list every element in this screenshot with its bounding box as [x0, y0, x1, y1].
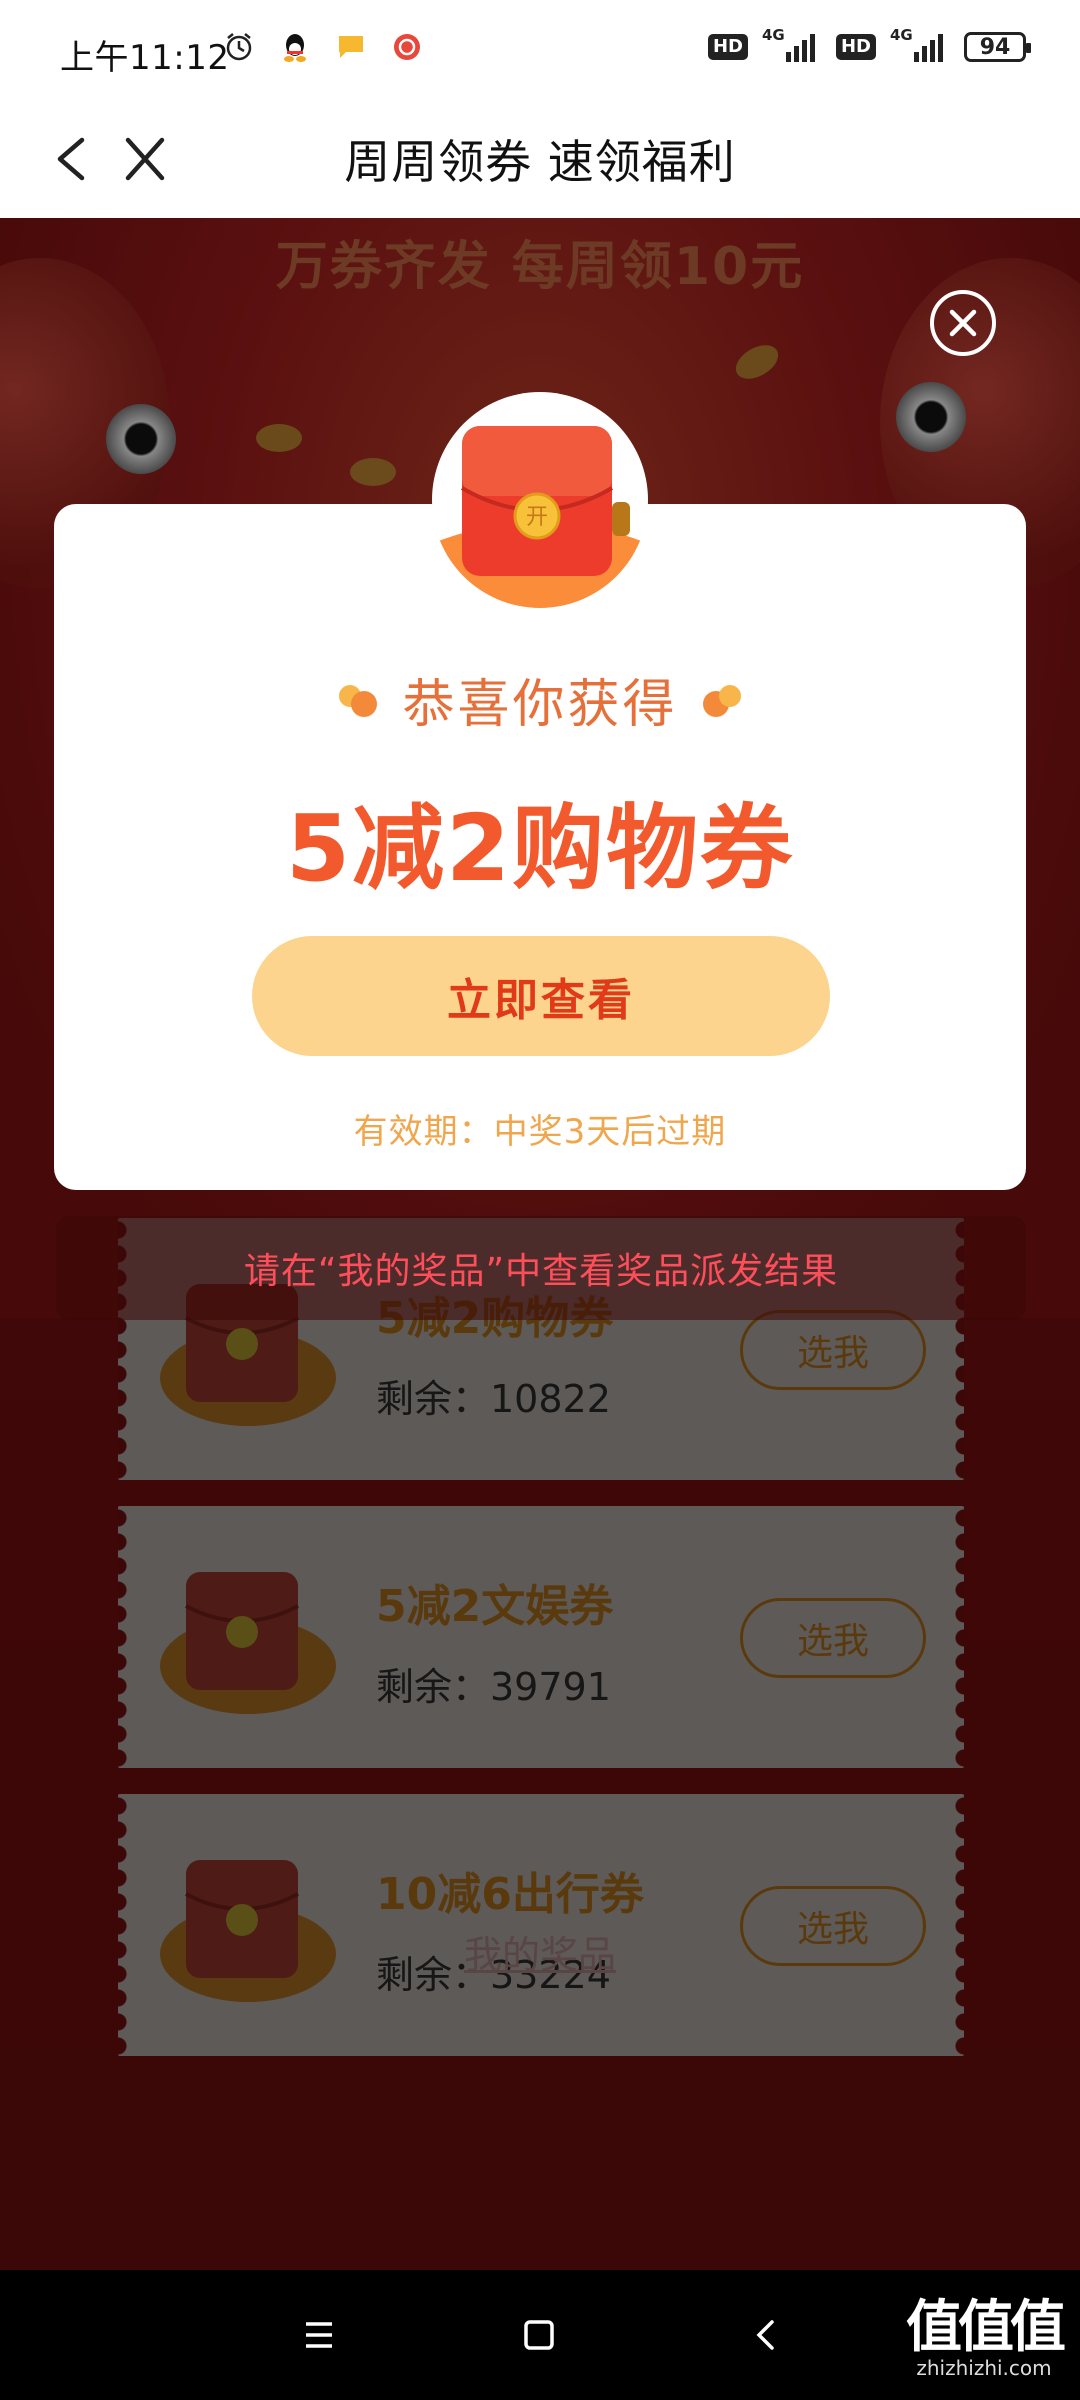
- status-notification-icons: [222, 30, 424, 64]
- home-icon[interactable]: [514, 2310, 564, 2360]
- battery-icon: 94: [964, 32, 1031, 62]
- congrats-text: 恭喜你获得: [402, 675, 678, 735]
- signal-icon: 4G: [762, 26, 822, 64]
- status-system-icons: HD 4G HD 4G 94: [707, 26, 1031, 64]
- coin-pair-left-icon: [339, 684, 378, 717]
- modal-close-icon[interactable]: [928, 288, 998, 358]
- validity-text: 有效期：中奖3天后过期: [353, 1112, 727, 1152]
- network-type-label-2: 4G: [890, 26, 913, 44]
- hd-badge: HD: [707, 34, 748, 60]
- alarm-icon: [222, 30, 256, 64]
- status-time: 上午11:12: [60, 38, 230, 78]
- watermark-sub: zhizhizhi.com: [916, 2356, 1052, 2380]
- signal-icon-2: 4G: [890, 26, 950, 64]
- hd-badge-2: HD: [835, 34, 876, 60]
- watermark-main: 值值值: [906, 2295, 1066, 2360]
- notice-banner: 请在“我的奖品”中查看奖品派发结果: [56, 1216, 1026, 1320]
- congrats-row: 恭喜你获得: [0, 662, 1080, 737]
- qq-icon: [278, 30, 312, 64]
- smzdm-app-icon: [390, 30, 424, 64]
- page-title: 周周领券 速领福利: [344, 135, 736, 189]
- nav-bar: 周周领券 速领福利: [0, 100, 1080, 218]
- status-bar: 上午11:12 HD 4G HD 4G 94: [0, 0, 1080, 100]
- view-now-button[interactable]: 立即查看: [252, 936, 830, 1056]
- prize-title: 5减2购物券: [285, 795, 795, 902]
- envelope-mark: 开: [526, 505, 548, 530]
- message-icon: [334, 30, 368, 64]
- back-nav-icon[interactable]: [742, 2310, 792, 2360]
- coin-pair-right-icon: [702, 684, 741, 717]
- network-type-label: 4G: [761, 26, 785, 44]
- watermark-logo: 值值值 zhizhizhi.com: [906, 2295, 1066, 2381]
- battery-level: 94: [979, 34, 1011, 60]
- red-envelope-avatar: 开: [432, 392, 648, 608]
- menu-icon[interactable]: [294, 2310, 344, 2360]
